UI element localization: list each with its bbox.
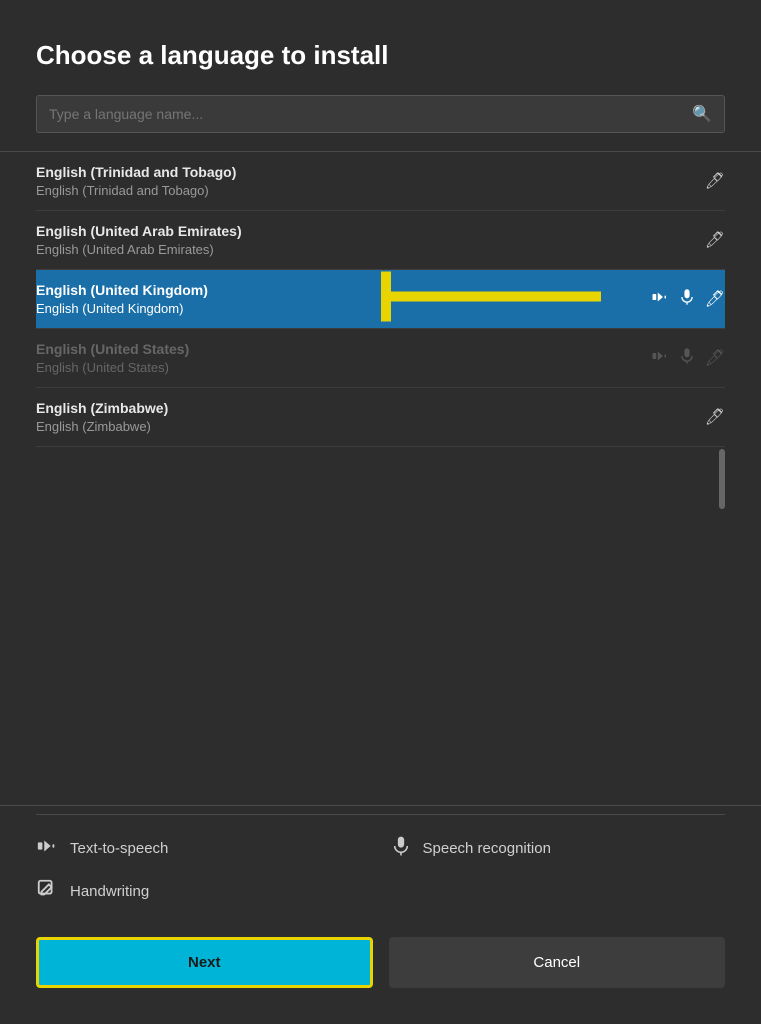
lang-icons-en-zw: 🖊 bbox=[705, 407, 725, 427]
mic-feature-icon bbox=[391, 835, 411, 862]
edit-icon-en-tt[interactable]: 🖊 bbox=[705, 171, 725, 191]
lang-text-en-zw: English (Zimbabwe) English (Zimbabwe) bbox=[36, 400, 168, 434]
lang-name-en-tt: English (Trinidad and Tobago) bbox=[36, 164, 236, 180]
lang-native-en-us: English (United States) bbox=[36, 360, 189, 375]
lang-text-en-us: English (United States) English (United … bbox=[36, 341, 189, 375]
language-item-en-ae[interactable]: English (United Arab Emirates) English (… bbox=[36, 211, 725, 270]
language-item-en-tt[interactable]: English (Trinidad and Tobago) English (T… bbox=[36, 152, 725, 211]
features-section: Text-to-speech Speech recognition Handwr… bbox=[36, 814, 725, 905]
dialog-container: Choose a language to install 🔍 English (… bbox=[0, 0, 761, 1024]
lang-native-en-tt: English (Trinidad and Tobago) bbox=[36, 183, 236, 198]
next-button[interactable]: Next bbox=[36, 937, 373, 988]
language-item-en-us[interactable]: English (United States) English (United … bbox=[36, 329, 725, 388]
search-input[interactable] bbox=[49, 106, 692, 122]
divider-bottom bbox=[0, 805, 761, 806]
search-container: 🔍 bbox=[36, 95, 725, 133]
tts-icon-en-us[interactable] bbox=[651, 347, 669, 370]
edit-icon-en-ae[interactable]: 🖊 bbox=[705, 230, 725, 250]
feature-handwriting: Handwriting bbox=[36, 878, 371, 905]
lang-icons-en-tt: 🖊 bbox=[705, 171, 725, 191]
edit-icon-en-us[interactable]: 🖊 bbox=[705, 348, 725, 368]
yellow-arrow-svg bbox=[381, 272, 601, 322]
feature-handwriting-label: Handwriting bbox=[70, 883, 149, 900]
lang-name-en-gb: English (United Kingdom) bbox=[36, 282, 208, 298]
edit-icon-en-zw[interactable]: 🖊 bbox=[705, 407, 725, 427]
arrow-annotation bbox=[381, 272, 601, 327]
feature-speech-label: Speech recognition bbox=[423, 840, 551, 857]
tts-feature-icon bbox=[36, 835, 58, 862]
lang-native-en-gb: English (United Kingdom) bbox=[36, 301, 208, 316]
search-icon[interactable]: 🔍 bbox=[692, 104, 712, 124]
lang-text-en-gb: English (United Kingdom) English (United… bbox=[36, 282, 208, 316]
handwriting-feature-icon bbox=[36, 878, 58, 905]
mic-icon-en-us[interactable] bbox=[679, 347, 695, 370]
lang-native-en-ae: English (United Arab Emirates) bbox=[36, 242, 242, 257]
page-title: Choose a language to install bbox=[36, 40, 725, 71]
feature-tts: Text-to-speech bbox=[36, 835, 371, 862]
cancel-button[interactable]: Cancel bbox=[389, 937, 726, 988]
button-row: Next Cancel bbox=[36, 937, 725, 988]
scrollbar-indicator bbox=[719, 449, 725, 509]
tts-icon-en-gb[interactable] bbox=[651, 288, 669, 311]
language-list[interactable]: English (Trinidad and Tobago) English (T… bbox=[36, 152, 725, 805]
lang-text-en-ae: English (United Arab Emirates) English (… bbox=[36, 223, 242, 257]
feature-tts-label: Text-to-speech bbox=[70, 840, 168, 857]
lang-native-en-zw: English (Zimbabwe) bbox=[36, 419, 168, 434]
lang-icons-en-ae: 🖊 bbox=[705, 230, 725, 250]
feature-speech: Speech recognition bbox=[391, 835, 726, 862]
lang-name-en-us: English (United States) bbox=[36, 341, 189, 357]
lang-text-en-tt: English (Trinidad and Tobago) English (T… bbox=[36, 164, 236, 198]
language-item-en-zw[interactable]: English (Zimbabwe) English (Zimbabwe) 🖊 bbox=[36, 388, 725, 447]
lang-name-en-ae: English (United Arab Emirates) bbox=[36, 223, 242, 239]
lang-name-en-zw: English (Zimbabwe) bbox=[36, 400, 168, 416]
language-item-en-gb[interactable]: English (United Kingdom) English (United… bbox=[36, 270, 725, 329]
lang-icons-en-us: 🖊 bbox=[651, 347, 725, 370]
lang-icons-en-gb: 🖊 bbox=[651, 288, 725, 311]
mic-icon-en-gb[interactable] bbox=[679, 288, 695, 311]
edit-icon-en-gb[interactable]: 🖊 bbox=[705, 289, 725, 309]
